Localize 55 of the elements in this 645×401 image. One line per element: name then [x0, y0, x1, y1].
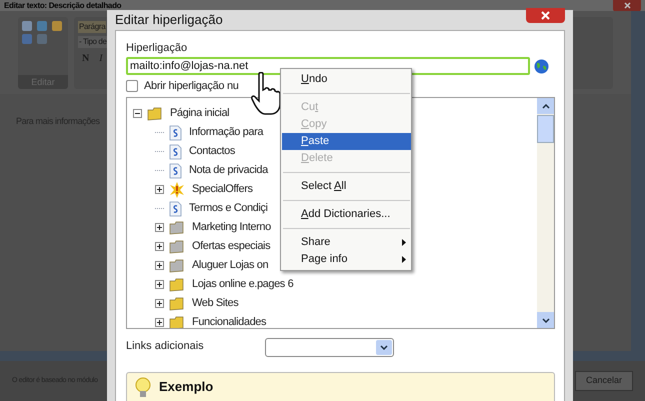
submenu-arrow-icon: [402, 239, 406, 246]
field-label: Hiperligação: [126, 40, 188, 56]
tree-item[interactable]: Web Sites: [192, 295, 238, 312]
page-icon: [169, 162, 182, 178]
menu-item[interactable]: Select All: [282, 178, 411, 195]
window-title: Editar texto: Descrição detalhado: [4, 0, 122, 10]
submenu-arrow-icon: [402, 256, 406, 263]
scrollbar[interactable]: [631, 11, 645, 361]
tree-item[interactable]: Funcionalidades: [192, 314, 266, 328]
dialog-title: Editar hiperligação: [115, 11, 223, 29]
tree-item[interactable]: Informação para: [189, 124, 264, 141]
expand-icon[interactable]: [155, 318, 164, 327]
collapse-icon[interactable]: [133, 109, 142, 118]
scroll-down-button[interactable]: [537, 312, 554, 328]
menu-item[interactable]: Paste: [282, 133, 411, 150]
field-label: Links adicionais: [126, 339, 205, 354]
lightbulb-icon: [135, 377, 151, 399]
close-icon: [541, 11, 550, 20]
links-dropdown[interactable]: [265, 338, 394, 357]
tree-item[interactable]: Marketing Interno: [192, 219, 271, 236]
expand-icon[interactable]: [155, 299, 164, 308]
page-icon: [169, 124, 182, 140]
example-title: Exemplo: [159, 378, 214, 396]
expand-icon[interactable]: [155, 185, 164, 194]
menu-item[interactable]: Page info: [282, 251, 411, 268]
tree-item[interactable]: Contactos: [189, 143, 235, 160]
close-icon: [624, 2, 630, 9]
menu-item[interactable]: Add Dictionaries...: [282, 206, 411, 223]
expand-icon[interactable]: [155, 223, 164, 232]
scrollbar[interactable]: [537, 98, 554, 328]
expand-icon[interactable]: [155, 280, 164, 289]
tree-item[interactable]: Página inicial: [170, 105, 230, 122]
caret-down-icon: [542, 318, 550, 322]
expand-icon[interactable]: [155, 242, 164, 251]
tree-item[interactable]: Nota de privacida: [189, 162, 268, 179]
tree-item[interactable]: SpecialOffers: [192, 181, 253, 198]
tree-item[interactable]: Aluguer Lojas on: [192, 257, 268, 274]
tree-item[interactable]: Termos e Condiçi: [189, 200, 268, 217]
tree-item[interactable]: Ofertas especiais: [192, 238, 270, 255]
globe-icon[interactable]: [534, 58, 549, 74]
tree-item[interactable]: Lojas online e.pages 6: [192, 276, 294, 293]
link-field[interactable]: mailto:info@lojas-na.net: [126, 57, 530, 75]
caret-down-icon: [380, 345, 388, 350]
close-button[interactable]: [526, 8, 565, 24]
scroll-up-button[interactable]: [537, 98, 554, 114]
menu-item[interactable]: Share: [282, 234, 411, 251]
caret-up-icon: [542, 104, 550, 108]
starburst-icon: [169, 182, 185, 198]
checkbox[interactable]: [126, 80, 138, 92]
close-button[interactable]: [613, 0, 641, 12]
scroll-thumb[interactable]: [537, 115, 554, 143]
expand-icon[interactable]: [155, 261, 164, 270]
checkbox-label: Abrir hiperligação nu: [144, 78, 239, 94]
page-icon: [169, 144, 182, 160]
page-icon: [169, 200, 182, 216]
